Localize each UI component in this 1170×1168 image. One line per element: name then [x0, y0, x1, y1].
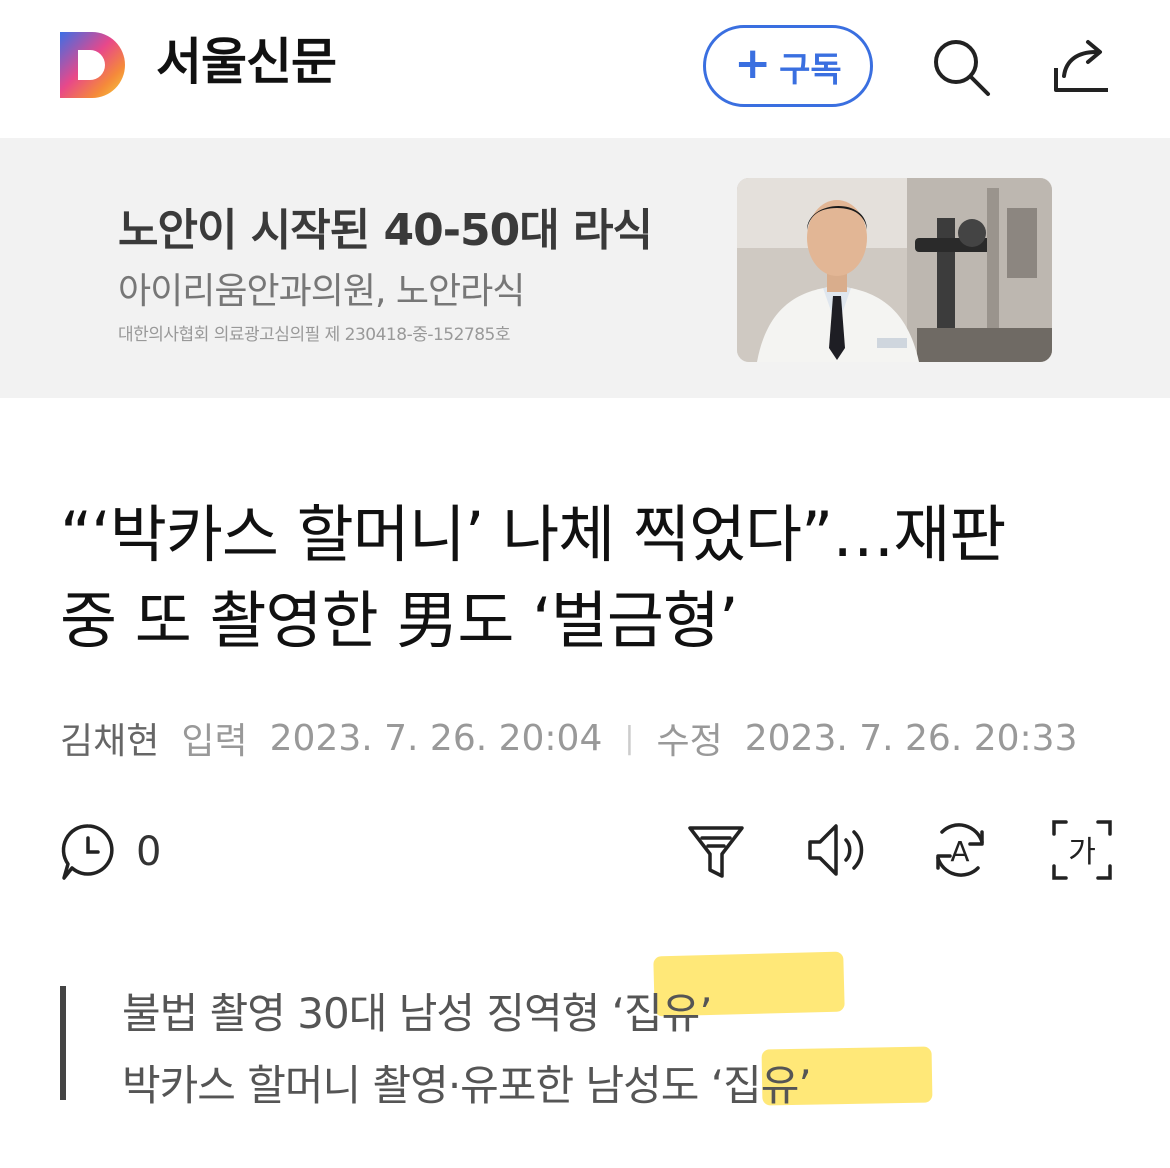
headline-line-2: 중 또 촬영한 男도 ‘벌금형’: [60, 584, 739, 657]
top-header: 서울신문 + 구독: [0, 0, 1170, 138]
plus-icon: +: [734, 38, 772, 89]
article-toolbar: 0 A 가: [0, 812, 1170, 892]
font-size-icon[interactable]: 가: [1050, 818, 1114, 882]
ad-subtitle: 아이리움안과의원, 노안라식: [118, 271, 525, 312]
edit-date: 2023. 7. 26. 20:33: [744, 717, 1078, 759]
subscribe-label: 구독: [779, 49, 842, 90]
translate-circle-icon: A: [936, 823, 984, 877]
comment-icon: [61, 824, 114, 880]
subscribe-button[interactable]: + 구독: [703, 25, 873, 107]
font-size-glyph: 가: [1068, 835, 1096, 870]
translate-glyph: A: [950, 835, 969, 868]
article-summary: 불법 촬영 30대 남성 징역형 ‘집유’ 박카스 할머니 촬영·유포한 남성도…: [60, 980, 1120, 1110]
article-headline: “‘박카스 할머니’ 나체 찍었다”…재판 중 또 촬영한 男도 ‘벌금형’: [60, 492, 1120, 664]
input-label: 입력: [181, 721, 248, 762]
brand-name[interactable]: 서울신문: [156, 30, 337, 94]
byline-separator: |: [624, 720, 635, 756]
ad-approval-note: 대한의사협회 의료광고심의필 제 230418-중-152785호: [118, 325, 511, 345]
share-icon[interactable]: [1050, 34, 1114, 98]
translate-icon[interactable]: A: [928, 818, 992, 882]
headline-line-1: “‘박카스 할머니’ 나체 찍었다”…재판: [60, 498, 1006, 571]
edit-label: 수정: [656, 721, 723, 762]
summary-line-1: 불법 촬영 30대 남성 징역형 ‘집유’: [122, 989, 713, 1038]
ad-doctor-photo: [737, 178, 1052, 362]
font-size-frame-icon: 가: [1052, 820, 1112, 880]
comment-button[interactable]: 0: [58, 820, 161, 884]
author-name[interactable]: 김채현: [60, 712, 159, 764]
summary-bar: [60, 986, 66, 1100]
search-icon[interactable]: [928, 34, 992, 98]
byline: 김채현 입력 2023. 7. 26. 20:04 | 수정 2023. 7. …: [60, 712, 1077, 764]
summary-line-2: 박카스 할머니 촬영·유포한 남성도 ‘집유’: [122, 1061, 812, 1110]
ad-banner[interactable]: 노안이 시작된 40-50대 라식 아이리움안과의원, 노안라식 대한의사협회 …: [0, 138, 1170, 398]
ad-title: 노안이 시작된 40-50대 라식: [118, 205, 653, 256]
seoul-shinmun-logo[interactable]: [58, 30, 128, 100]
input-date: 2023. 7. 26. 20:04: [269, 717, 603, 759]
comment-count: 0: [136, 829, 162, 875]
speaker-icon[interactable]: [804, 818, 868, 882]
filter-icon[interactable]: [684, 818, 748, 882]
